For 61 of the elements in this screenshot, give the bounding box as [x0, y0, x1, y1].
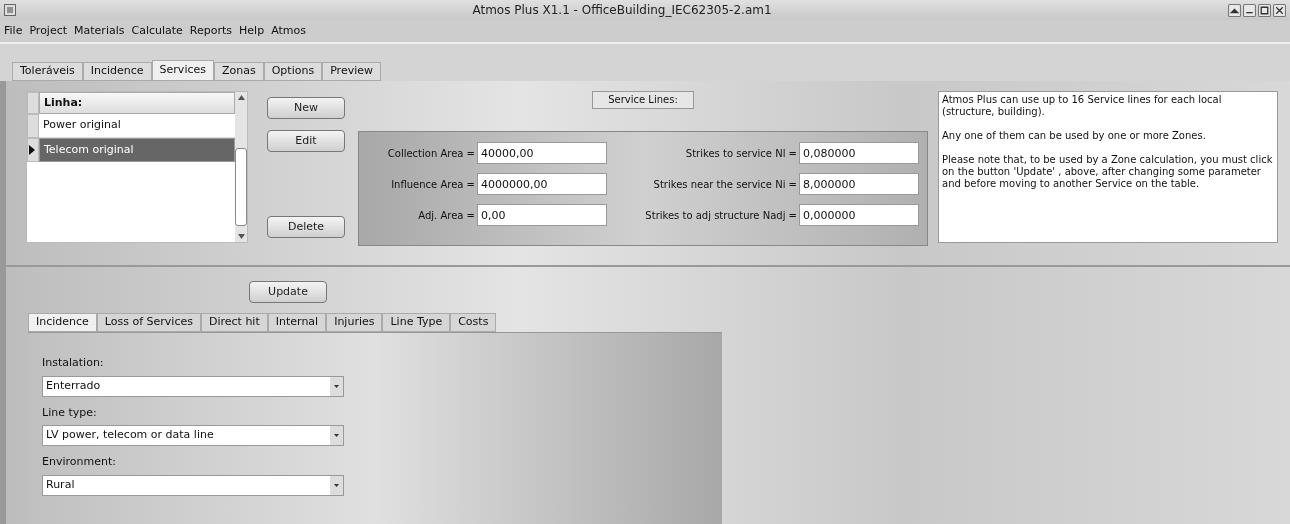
field-label: Collection Area = [387, 146, 475, 161]
dropdown-label: Instalation: [42, 355, 105, 371]
menu-item[interactable]: File [4, 22, 23, 40]
tab[interactable]: Toleráveis [12, 62, 83, 81]
menu-item[interactable]: Help [239, 22, 265, 40]
dropdown[interactable]: Enterrado [42, 375, 344, 397]
tab[interactable]: Internal [267, 313, 327, 332]
delete-button[interactable]: Delete [267, 216, 345, 238]
tab[interactable]: Preview [322, 62, 381, 81]
field-label: Adj. Area = [418, 208, 475, 223]
window-title: Atmos Plus X1.1 - OfficeBuilding_IEC62305-2.am1 [472, 2, 772, 17]
tab[interactable]: Loss of Services [96, 313, 201, 332]
number-field[interactable]: 0,080000 [799, 142, 919, 164]
section-label: Service Lines: [592, 91, 694, 109]
row-header-cell[interactable] [27, 138, 39, 162]
menu-item[interactable]: Atmos [271, 22, 306, 40]
tab[interactable]: Services [151, 60, 214, 81]
update-button[interactable]: Update [249, 281, 327, 303]
tab[interactable]: Costs [450, 313, 497, 332]
scroll-down-icon[interactable] [237, 234, 245, 239]
table-row[interactable]: Telecom original [39, 138, 235, 162]
window-menu-icon[interactable] [4, 4, 16, 16]
dropdown[interactable]: Rural [42, 474, 344, 496]
tab[interactable]: Injuries [326, 313, 383, 332]
field-label: Strikes near the service Ni = [653, 177, 797, 192]
minimize-icon[interactable] [1243, 3, 1256, 17]
info-paragraph: Atmos Plus can use up to 16 Service lines for each local (structure, building). [942, 94, 1223, 118]
number-field[interactable]: 0,00 [477, 204, 607, 226]
scrollbar[interactable] [235, 92, 247, 242]
dropdown[interactable]: LV power, telecom or data line [42, 425, 344, 446]
menu-item[interactable]: Calculate [131, 22, 183, 40]
number-field[interactable]: 4000000,00 [477, 173, 607, 195]
number-field[interactable]: 40000,00 [477, 142, 607, 164]
scroll-up-icon[interactable] [237, 95, 245, 100]
menu-item[interactable]: Materials [74, 22, 125, 40]
tab[interactable]: Zonas [214, 62, 264, 81]
field-label: Strikes to service Nl = [685, 146, 797, 161]
number-field[interactable]: 0,000000 [799, 204, 919, 226]
number-field[interactable]: 8,000000 [799, 173, 919, 195]
tab[interactable]: Incidence [82, 62, 152, 81]
restore-icon[interactable] [1228, 3, 1241, 17]
tab[interactable]: Incidence [28, 313, 97, 332]
dropdown-label: Environment: [42, 454, 117, 470]
field-label: Strikes to adj structure Nadj = [645, 208, 797, 223]
tab[interactable]: Line Type [382, 313, 451, 332]
row-header-cell[interactable] [27, 114, 39, 138]
close-icon[interactable] [1273, 3, 1286, 17]
tab[interactable]: Options [263, 62, 323, 81]
tab[interactable]: Direct hit [200, 313, 268, 332]
new-button[interactable]: New [267, 97, 345, 119]
dropdown-label: Line type: [42, 404, 98, 421]
maximize-icon[interactable] [1258, 3, 1271, 17]
menu-item[interactable]: Reports [189, 22, 233, 40]
scrollbar-thumb[interactable] [235, 148, 247, 226]
row-pointer-icon [28, 144, 36, 156]
info-paragraph: Any one of them can be used by one or more Zones. [942, 130, 1207, 142]
menu-item[interactable]: Project [29, 22, 68, 40]
column-header: Linha: [39, 92, 235, 114]
info-paragraph: Please note that, to be used by a Zone calculation, you must click on the button 'Update' , above, after changing some parameter and before moving to another Service on the table. [942, 154, 1274, 190]
edit-button[interactable]: Edit [267, 130, 345, 152]
field-label: Influence Area = [391, 177, 475, 192]
